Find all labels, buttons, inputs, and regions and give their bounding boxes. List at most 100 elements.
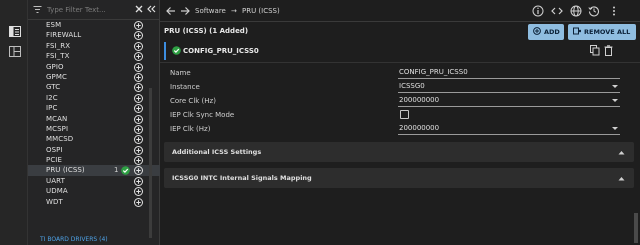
module-label: PRU (ICSS)	[46, 166, 85, 175]
module-label: I2C	[46, 93, 58, 102]
more-options-icon[interactable]	[608, 5, 620, 17]
module-label: MCAN	[46, 114, 68, 123]
module-label: IPC	[46, 104, 58, 113]
sidebar-module-item[interactable]: I2C	[28, 93, 160, 103]
back-arrow-icon[interactable]	[165, 5, 177, 17]
form-row: IEP Clk Sync Mode	[160, 108, 640, 122]
module-list: ESM FIREWALL FSI_RX FSI_TX GPIO GPMC GTC I2C IPC…	[28, 20, 160, 207]
activity-bar	[0, 0, 28, 245]
main-scrollbar[interactable]	[634, 213, 638, 243]
copy-icon[interactable]	[590, 45, 600, 58]
filter-icon	[33, 5, 42, 16]
module-label: UDMA	[46, 187, 68, 196]
module-label: PCIE	[46, 156, 62, 165]
instance-row[interactable]: CONFIG_PRU_ICSS0	[160, 42, 640, 60]
breadcrumb-pru-icss[interactable]: PRU (ICSS)	[242, 0, 280, 22]
panel-label: Additional ICSS Settings	[172, 148, 262, 156]
filter-bar	[28, 0, 160, 20]
field-select[interactable]: 200000000	[398, 95, 620, 107]
sidebar-scrollbar[interactable]	[149, 88, 152, 238]
module-label: MMCSD	[46, 135, 74, 144]
module-label: GPIO	[46, 62, 64, 71]
panel-label: ICSSG0 INTC Internal Signals Mapping	[172, 174, 312, 182]
add-circle-icon	[533, 27, 541, 37]
history-icon[interactable]	[588, 5, 600, 17]
sidebar-module-item[interactable]: OSPI	[28, 145, 160, 155]
breadcrumb-software[interactable]: Software	[195, 0, 226, 22]
field-label: IEP Clk Sync Mode	[170, 111, 235, 119]
sidebar-module-item[interactable]: IPC	[28, 103, 160, 114]
sidebar-module-item[interactable]: FSI_TX	[28, 51, 160, 62]
instance-divider	[160, 62, 640, 63]
add-button-label: ADD	[544, 28, 560, 36]
sidebar-module-item[interactable]: GPMC	[28, 72, 160, 82]
sidebar-module-item[interactable]: FIREWALL	[28, 30, 160, 41]
form-row: Name CONFIG_PRU_ICSS0	[160, 66, 640, 80]
module-label: WDT	[46, 197, 63, 206]
breadcrumb-separator: →	[231, 7, 237, 15]
code-view-icon[interactable]	[551, 5, 563, 17]
sidebar-module-item[interactable]: PRU (ICSS) 1	[28, 165, 160, 176]
board-drivers-link[interactable]: TI BOARD DRIVERS (4)	[40, 235, 108, 245]
field-select[interactable]: ICSSG0	[398, 81, 620, 93]
dropdown-arrow-icon	[612, 85, 618, 88]
sidebar-module-item[interactable]: WDT	[28, 197, 160, 207]
forward-arrow-icon[interactable]	[179, 5, 191, 17]
sidebar-module-item[interactable]: ESM	[28, 20, 160, 30]
field-value: CONFIG_PRU_ICSS0	[399, 68, 468, 76]
nav-bar: Software → PRU (ICSS)	[160, 0, 640, 22]
instance-selected-bar	[164, 42, 166, 60]
collapse-sidebar-icon[interactable]	[146, 4, 156, 16]
sidebar-module-item[interactable]: GTC	[28, 82, 160, 93]
chevron-up-icon	[618, 149, 625, 157]
info-icon[interactable]	[532, 5, 544, 17]
clear-filter-icon[interactable]	[134, 4, 144, 16]
additional-icss-settings-panel[interactable]: Additional ICSS Settings	[164, 142, 634, 162]
module-label: GPMC	[46, 72, 67, 81]
sidebar-module-item[interactable]: GPIO	[28, 62, 160, 72]
module-label: MCSPI	[46, 124, 69, 133]
module-label: GTC	[46, 83, 61, 92]
field-value: 200000000	[399, 124, 440, 132]
field-label: IEP Clk (Hz)	[170, 125, 211, 133]
valid-check-icon	[172, 46, 181, 57]
module-label: FSI_TX	[46, 52, 70, 61]
field-select[interactable]: 200000000	[398, 123, 620, 135]
delete-icon[interactable]	[604, 45, 613, 58]
module-label: FIREWALL	[46, 31, 82, 40]
module-count: 1	[114, 166, 119, 175]
field-value: 200000000	[399, 96, 440, 104]
sidebar-module-item[interactable]: UDMA	[28, 186, 160, 197]
iep-sync-checkbox[interactable]	[400, 110, 409, 119]
field-input[interactable]: CONFIG_PRU_ICSS0	[398, 67, 620, 79]
sidebar-module-item[interactable]: UART	[28, 176, 160, 186]
remove-all-button[interactable]: REMOVE ALL	[568, 24, 636, 40]
form-row: Instance ICSSG0	[160, 80, 640, 94]
field-label: Instance	[170, 83, 200, 91]
remove-list-icon	[573, 27, 582, 37]
page-header: PRU (ICSS) (1 Added) ADD REMOVE ALL	[160, 22, 640, 42]
form-row: IEP Clk (Hz) 200000000	[160, 122, 640, 136]
page-title: PRU (ICSS) (1 Added)	[164, 27, 249, 35]
sidebar-module-item[interactable]: MMCSD	[28, 134, 160, 145]
project-view-icon[interactable]	[8, 25, 21, 38]
sidebar-module-item[interactable]: MCAN	[28, 114, 160, 124]
sidebar-module-item[interactable]: FSI_RX	[28, 41, 160, 51]
main-panel: Software → PRU (ICSS) PRU (ICSS) (1 Adde…	[160, 0, 640, 245]
intc-signals-mapping-panel[interactable]: ICSSG0 INTC Internal Signals Mapping	[164, 168, 634, 188]
remove-all-label: REMOVE ALL	[584, 28, 631, 36]
globe-icon[interactable]	[570, 5, 582, 17]
field-value: ICSSG0	[399, 82, 425, 90]
module-sidebar: ESM FIREWALLFSI_RX FSI_TXGPIOGPMC GTCI2C IPC…	[28, 0, 160, 245]
filter-input[interactable]	[47, 4, 129, 16]
add-module-icon[interactable]	[134, 197, 143, 209]
grid-view-icon[interactable]	[8, 45, 21, 58]
module-label: ESM	[46, 21, 62, 29]
module-label: FSI_RX	[46, 41, 71, 50]
add-button[interactable]: ADD	[528, 24, 564, 40]
module-label: OSPI	[46, 145, 63, 154]
sidebar-module-item[interactable]: MCSPI	[28, 124, 160, 134]
field-label: Core Clk (Hz)	[170, 97, 216, 105]
instance-name: CONFIG_PRU_ICSS0	[183, 47, 259, 55]
sidebar-module-item[interactable]: PCIE	[28, 155, 160, 166]
